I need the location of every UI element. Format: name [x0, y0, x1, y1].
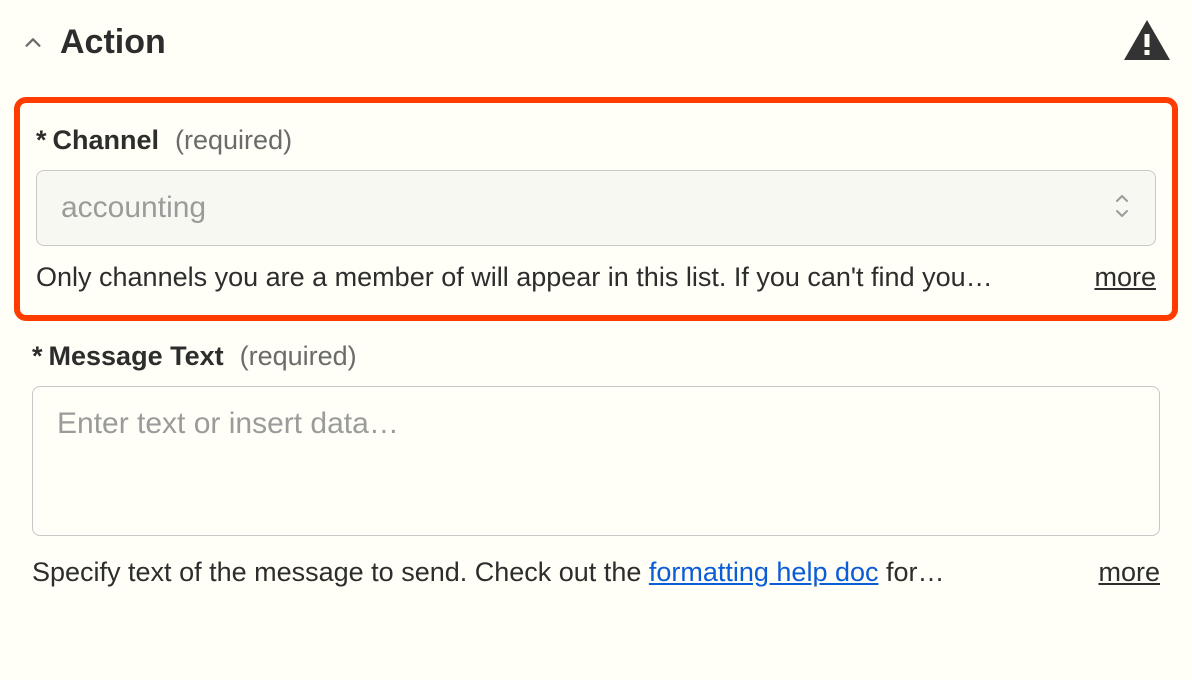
channel-more-link[interactable]: more: [1094, 262, 1156, 293]
channel-label-row: * Channel (required): [36, 125, 1156, 156]
warning-icon: [1124, 20, 1170, 65]
message-help-prefix: Specify text of the message to send. Che…: [32, 557, 649, 587]
channel-help-text: Only channels you are a member of will a…: [36, 262, 1074, 293]
required-asterisk: *: [36, 125, 47, 156]
message-label-row: * Message Text (required): [32, 341, 1160, 372]
required-asterisk: *: [32, 341, 43, 372]
channel-select-value: accounting: [61, 191, 206, 225]
channel-required-text: (required): [175, 125, 292, 156]
select-updown-icon: [1113, 192, 1131, 225]
message-help-row: Specify text of the message to send. Che…: [32, 557, 1160, 588]
channel-field-highlight: * Channel (required) accounting Only cha…: [14, 97, 1178, 321]
message-help-suffix: for…: [879, 557, 945, 587]
chevron-up-icon[interactable]: [22, 32, 44, 54]
section-header: Action: [0, 0, 1192, 75]
section-title: Action: [60, 23, 166, 62]
formatting-help-link[interactable]: formatting help doc: [649, 557, 879, 587]
channel-help-row: Only channels you are a member of will a…: [36, 262, 1156, 293]
channel-select[interactable]: accounting: [36, 170, 1156, 246]
message-required-text: (required): [240, 341, 357, 372]
section-header-left: Action: [22, 23, 166, 62]
message-field-label: Message Text: [49, 341, 224, 372]
message-more-link[interactable]: more: [1098, 557, 1160, 588]
channel-field-label: Channel: [53, 125, 160, 156]
message-field-block: * Message Text (required) Specify text o…: [0, 333, 1192, 598]
message-textarea[interactable]: [32, 386, 1160, 536]
message-help-text: Specify text of the message to send. Che…: [32, 557, 1078, 588]
